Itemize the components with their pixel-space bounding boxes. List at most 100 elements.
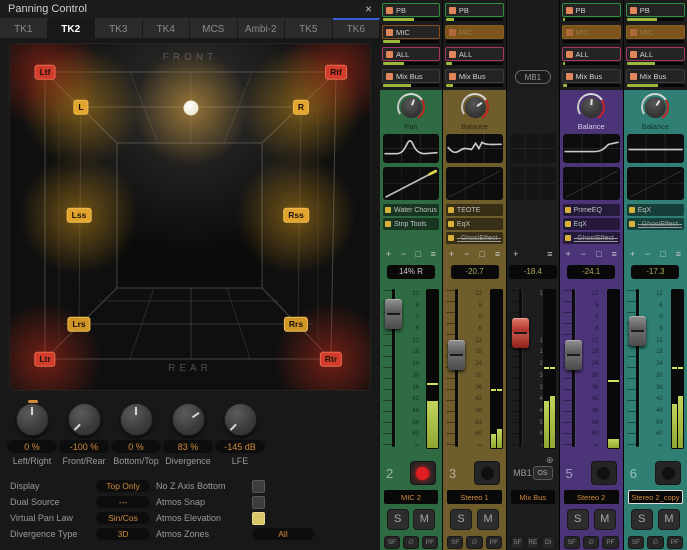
sends-fx-button[interactable]: SF: [511, 535, 524, 549]
menu-icon[interactable]: ≡: [547, 250, 552, 259]
eq-display[interactable]: [562, 134, 620, 163]
close-icon[interactable]: ×: [365, 2, 372, 16]
menu-icon[interactable]: ≡: [612, 250, 617, 259]
remove-plugin-icon[interactable]: −: [464, 250, 469, 259]
tab-tk2[interactable]: TK2: [47, 18, 95, 38]
setting-value-display[interactable]: Top Only: [96, 480, 150, 492]
solo-button[interactable]: S: [566, 508, 589, 530]
input-mic[interactable]: MIC: [561, 25, 621, 39]
dynamics-display[interactable]: [626, 167, 684, 200]
select-atmos-zones[interactable]: All: [252, 528, 314, 540]
remove-plugin-icon[interactable]: −: [581, 250, 586, 259]
plugin-enable-swatch[interactable]: [564, 207, 571, 213]
mute-button[interactable]: M: [593, 508, 616, 530]
speaker-rss[interactable]: Rss: [283, 207, 309, 223]
speaker-lss[interactable]: Lss: [66, 207, 92, 223]
add-plugin-icon[interactable]: +: [513, 250, 518, 259]
knob-control[interactable]: [119, 403, 153, 436]
input-mix-bus[interactable]: Mix Bus: [561, 69, 621, 83]
remove-plugin-icon[interactable]: −: [645, 250, 650, 259]
window-icon[interactable]: □: [416, 250, 421, 259]
record-arm-button[interactable]: [655, 461, 681, 485]
plugin-slot[interactable]: EqX: [445, 218, 504, 230]
speaker-ltf[interactable]: Ltf: [34, 64, 56, 80]
strip-pan-knob[interactable]: [578, 94, 604, 120]
input-mic[interactable]: MIC: [444, 25, 505, 39]
menu-icon[interactable]: ≡: [431, 250, 436, 259]
window-icon[interactable]: □: [596, 250, 601, 259]
speaker-ltr[interactable]: Ltr: [34, 351, 56, 367]
plugin-enable-swatch[interactable]: [628, 221, 635, 227]
setting-value-virtual-pan-law[interactable]: Sin/Cos: [96, 512, 150, 524]
knob-control[interactable]: [15, 400, 49, 436]
add-plugin-icon[interactable]: +: [449, 250, 454, 259]
input-pb[interactable]: PB: [625, 3, 685, 17]
checkbox-atmos-elevation[interactable]: [252, 511, 265, 525]
phase-invert-button[interactable]: ∅: [582, 535, 600, 549]
plugin-slot[interactable]: _GhostEffect_: [445, 232, 504, 244]
menu-icon[interactable]: ≡: [676, 250, 681, 259]
plugin-slot[interactable]: Strip Tools: [383, 218, 439, 230]
dynamics-display[interactable]: [562, 167, 620, 200]
speaker-r[interactable]: R: [292, 99, 310, 115]
knob-control[interactable]: [223, 403, 257, 436]
tab-tk6[interactable]: TK6: [332, 18, 380, 38]
plugin-enable-swatch[interactable]: [385, 221, 391, 227]
sends-fx-button[interactable]: SF: [627, 535, 645, 549]
level-readout[interactable]: -20.7: [450, 264, 499, 279]
channel-name[interactable]: Mix Bus: [511, 490, 555, 504]
record-arm-button[interactable]: [590, 461, 617, 485]
plugin-slot[interactable]: _GhostEffect_: [562, 232, 620, 244]
add-send-icon[interactable]: ⊕: [546, 456, 554, 465]
input-pb[interactable]: PB: [561, 3, 621, 17]
sends-fx-button[interactable]: SF: [446, 535, 464, 549]
input-pb[interactable]: PB: [444, 3, 505, 17]
plugin-slot[interactable]: TEOTE: [445, 204, 504, 216]
eq-display[interactable]: [445, 134, 504, 163]
knob-control[interactable]: [171, 403, 205, 436]
strip-pan-knob[interactable]: [398, 94, 424, 120]
checkbox-no-z-axis-bottom[interactable]: [252, 479, 265, 493]
fader-handle[interactable]: [447, 340, 465, 371]
plugin-enable-swatch[interactable]: [447, 221, 454, 227]
setting-value-dual-source[interactable]: ---: [96, 496, 150, 508]
level-readout[interactable]: -18.4: [508, 264, 557, 279]
phase-invert-button[interactable]: ∅: [466, 535, 483, 549]
add-plugin-icon[interactable]: +: [630, 250, 635, 259]
menu-icon[interactable]: ≡: [495, 250, 500, 259]
remove-plugin-icon[interactable]: −: [401, 250, 406, 259]
input-mix-bus[interactable]: Mix Bus: [444, 69, 505, 83]
phase-invert-button[interactable]: ∅: [647, 535, 664, 549]
input-all[interactable]: ALL: [444, 47, 505, 61]
plugin-enable-swatch[interactable]: [385, 207, 391, 213]
plugin-slot[interactable]: PrimeEQ: [562, 204, 620, 216]
speaker-rtf[interactable]: Rtf: [325, 64, 347, 80]
di-button[interactable]: DI: [542, 535, 555, 549]
plugin-slot[interactable]: EqX: [626, 204, 684, 216]
tab-tk3[interactable]: TK3: [95, 18, 143, 38]
level-readout[interactable]: -17.3: [631, 264, 680, 279]
speaker-rtr[interactable]: Rtr: [319, 351, 343, 367]
re-button[interactable]: RE: [526, 535, 540, 549]
plugin-enable-swatch[interactable]: [447, 235, 454, 241]
mute-button[interactable]: M: [657, 508, 680, 530]
strip-pan-knob[interactable]: [642, 94, 668, 120]
record-arm-button[interactable]: [409, 461, 436, 485]
add-plugin-icon[interactable]: +: [386, 250, 391, 259]
input-all[interactable]: ALL: [561, 47, 621, 61]
tab-tk5[interactable]: TK5: [285, 18, 333, 38]
record-arm-button[interactable]: [474, 461, 501, 485]
os-button[interactable]: OS: [532, 466, 553, 480]
tab-tk4[interactable]: TK4: [142, 18, 190, 38]
solo-button[interactable]: S: [386, 508, 409, 530]
sends-fx-button[interactable]: SF: [563, 535, 580, 549]
speaker-rrs[interactable]: Rrs: [283, 316, 309, 332]
dynamics-display[interactable]: [383, 167, 439, 200]
tab-tk1[interactable]: TK1: [0, 18, 48, 38]
tab-ambi-2[interactable]: Ambi-2: [237, 18, 285, 38]
pre-fader-button[interactable]: PF: [485, 535, 503, 549]
input-pb[interactable]: PB: [382, 3, 440, 17]
surround-panner[interactable]: FRONT REAR Ltf Rtf L R Lss Rss Lrs Rrs Ltr Rtr: [9, 43, 371, 391]
input-mix-bus[interactable]: Mix Bus: [382, 69, 440, 83]
phase-invert-button[interactable]: ∅: [402, 535, 419, 549]
